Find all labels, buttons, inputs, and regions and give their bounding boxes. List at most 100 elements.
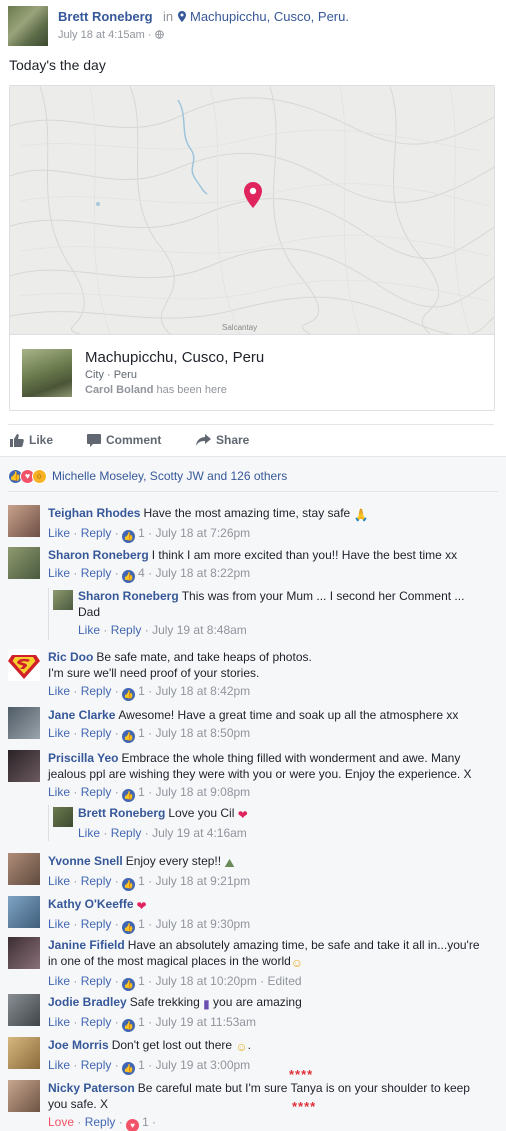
commenter-avatar[interactable] [8, 937, 40, 969]
comment-button[interactable]: Comment [87, 433, 161, 447]
place-name[interactable]: Machupicchu, Cusco, Peru [85, 349, 264, 366]
commenter-avatar[interactable] [53, 807, 73, 827]
comment-time[interactable]: July 18 at 8:22pm [155, 566, 250, 580]
sep: · [103, 623, 108, 637]
comment-like-link[interactable]: Like [48, 974, 70, 988]
visitor-name[interactable]: Carol Boland [85, 384, 153, 396]
comment-like-link[interactable]: Like [48, 726, 70, 740]
post-location-link[interactable]: Machupicchu, Cusco, Peru. [178, 9, 349, 24]
post-author-link[interactable]: Brett Roneberg [58, 9, 153, 24]
commenter-name[interactable]: Teighan Rhodes [48, 506, 140, 520]
comment-reply-link[interactable]: Reply [81, 1058, 112, 1072]
commenter-avatar[interactable] [8, 505, 40, 537]
commenter-name[interactable]: Ric Doo [48, 650, 93, 664]
commenter-name[interactable]: Jodie Bradley [48, 995, 127, 1009]
like-count[interactable]: 1 [138, 726, 145, 740]
sep: · [77, 1115, 82, 1129]
superman-avatar-icon[interactable] [8, 649, 40, 681]
commenter-name[interactable]: Nicky Paterson [48, 1081, 135, 1095]
commenter-name[interactable]: Yvonne Snell [48, 854, 123, 868]
commenter-avatar[interactable] [53, 590, 73, 610]
comment-time[interactable]: July 18 at 9:21pm [155, 874, 250, 888]
reactions-summary[interactable]: 👍 ♥ ○ Michelle Moseley, Scotty JW and 12… [8, 467, 287, 485]
like-count[interactable]: 1 [138, 684, 145, 698]
like-button[interactable]: Like [10, 433, 53, 447]
comment-time[interactable]: July 18 at 8:50pm [155, 726, 250, 740]
sep: · [114, 974, 119, 988]
map-image[interactable]: Salcantay [10, 86, 494, 334]
sep: · [114, 917, 119, 931]
comment-time[interactable]: July 18 at 9:30pm [155, 917, 250, 931]
commenter-avatar[interactable] [8, 994, 40, 1026]
comment-like-link[interactable]: Like [48, 684, 70, 698]
love-count[interactable]: 1 [142, 1115, 149, 1129]
author-avatar[interactable] [8, 6, 48, 46]
comment-reply-link[interactable]: Reply [81, 917, 112, 931]
post-timestamp[interactable]: July 18 at 4:15am · [58, 29, 164, 41]
commenter-name[interactable]: Kathy O'Keeffe [48, 897, 134, 911]
comment-time[interactable]: July 18 at 8:42pm [155, 684, 250, 698]
comment-reply-link[interactable]: Reply [111, 826, 142, 840]
post-location-text: Machupicchu, Cusco, Peru. [190, 9, 349, 24]
comment-love-link[interactable]: Love [48, 1115, 74, 1129]
comment-time[interactable]: July 19 at 8:48am [152, 623, 247, 637]
commenter-avatar[interactable] [8, 853, 40, 885]
comment-time[interactable]: July 19 at 11:53am [155, 1015, 256, 1029]
comment-like-link[interactable]: Like [48, 526, 70, 540]
commenter-avatar[interactable] [8, 1037, 40, 1069]
comment-like-link[interactable]: Like [48, 874, 70, 888]
comment-body: Sharon Roneberg I think I am more excited… [48, 547, 457, 583]
backpack-emoji-icon: ▮ [203, 997, 210, 1011]
comment-like-link[interactable]: Like [78, 623, 100, 637]
comment-reply-link[interactable]: Reply [81, 726, 112, 740]
share-button[interactable]: Share [196, 433, 249, 447]
commenter-name[interactable]: Sharon Roneberg [48, 548, 149, 562]
like-count[interactable]: 1 [138, 917, 145, 931]
comment-reply-link[interactable]: Reply [111, 623, 142, 637]
comment-reply-link[interactable]: Reply [81, 785, 112, 799]
comment-reply-link[interactable]: Reply [81, 566, 112, 580]
comment-reply-link[interactable]: Reply [81, 974, 112, 988]
comment-body: Janine Fifield Have an absolutely amazing… [48, 937, 480, 991]
comment-reply-link[interactable]: Reply [81, 1015, 112, 1029]
like-count[interactable]: 1 [138, 526, 145, 540]
commenter-name[interactable]: Joe Morris [48, 1038, 109, 1052]
comment-like-link[interactable]: Like [48, 1015, 70, 1029]
commenter-name[interactable]: Jane Clarke [48, 708, 115, 722]
like-count[interactable]: 1 [138, 1015, 145, 1029]
commenter-avatar[interactable] [8, 750, 40, 782]
place-thumbnail[interactable] [22, 349, 72, 397]
like-count[interactable]: 4 [138, 566, 145, 580]
commenter-avatar[interactable] [8, 547, 40, 579]
comment-like-link[interactable]: Like [48, 566, 70, 580]
commenter-name[interactable]: Sharon Roneberg [78, 589, 179, 603]
like-count[interactable]: 1 [138, 974, 145, 988]
comment-time[interactable]: July 18 at 10:20pm · Edited [155, 974, 301, 988]
comment-time[interactable]: July 19 at 3:00pm [155, 1058, 250, 1072]
commenter-name[interactable]: Priscilla Yeo [48, 751, 119, 765]
comment-reply-link[interactable]: Reply [81, 526, 112, 540]
comment-time[interactable]: July 19 at 4:16am [152, 826, 247, 840]
commenter-avatar[interactable] [8, 707, 40, 739]
comment-like-link[interactable]: Like [48, 917, 70, 931]
comment-body: Nicky Paterson Be careful mate but I'm su… [48, 1080, 470, 1131]
like-count[interactable]: 1 [138, 1058, 145, 1072]
comment-time[interactable]: July 18 at 9:08pm [155, 785, 250, 799]
reactions-text[interactable]: Michelle Moseley, Scotty JW and 126 othe… [52, 469, 287, 483]
commenter-name[interactable]: Janine Fifield [48, 938, 125, 952]
commenter-name[interactable]: Brett Roneberg [78, 806, 165, 820]
like-count[interactable]: 1 [138, 874, 145, 888]
comment-reply-link[interactable]: Reply [85, 1115, 116, 1129]
place-info[interactable]: Machupicchu, Cusco, Peru City · Peru Car… [10, 334, 494, 410]
comment-time[interactable]: July 18 at 7:26pm [155, 526, 250, 540]
commenter-avatar[interactable] [8, 1080, 40, 1112]
comment-reply-link[interactable]: Reply [81, 874, 112, 888]
comment-body: Kathy O'Keeffe ❤ Like · Reply · 👍 1 · July… [48, 896, 250, 934]
comment-like-link[interactable]: Like [78, 826, 100, 840]
location-card[interactable]: Salcantay Machupicchu, Cusco, Peru City … [9, 85, 495, 411]
comment-like-link[interactable]: Like [48, 1058, 70, 1072]
like-count[interactable]: 1 [138, 785, 145, 799]
comment-like-link[interactable]: Like [48, 785, 70, 799]
commenter-avatar[interactable] [8, 896, 40, 928]
comment-reply-link[interactable]: Reply [81, 684, 112, 698]
